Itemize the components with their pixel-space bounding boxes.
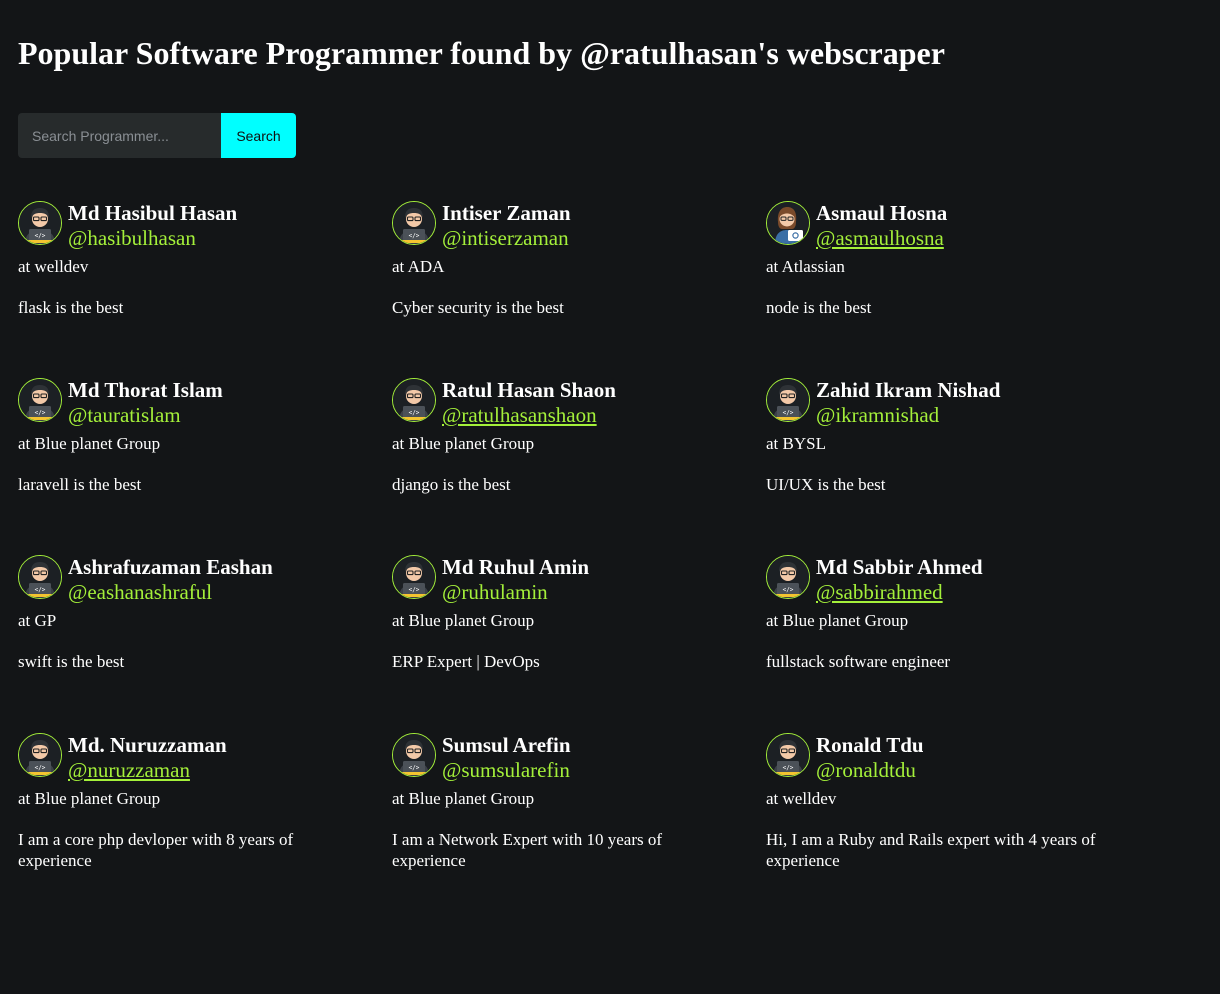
programmer-company: at Blue planet Group (18, 789, 161, 808)
programmer-card: </> Md. Nuruzzaman @nuruzzaman at Blue pla… (18, 732, 358, 892)
programmer-bio: flask is the best (18, 298, 124, 317)
programmer-handle-link[interactable]: @ronaldtdu (816, 758, 916, 782)
programmer-card: </> Md Ruhul Amin @ruhulamin at Blue plane… (392, 554, 732, 714)
svg-text:</>: </> (35, 233, 46, 240)
programmer-avatar-icon: </> (392, 201, 436, 245)
svg-text:</>: </> (783, 587, 794, 594)
programmer-bio: ERP Expert | DevOps (392, 652, 540, 671)
programmer-card: </> Intiser Zaman @intiserzaman at ADA Cybe… (392, 200, 732, 360)
programmer-avatar-icon: </> (18, 733, 62, 777)
programmer-name: Intiser Zaman (442, 201, 571, 225)
programmer-company: at GP (18, 611, 57, 630)
programmer-avatar-icon: </> (766, 555, 810, 599)
programmer-name: Ashrafuzaman Eashan (68, 555, 273, 579)
svg-text:</>: </> (35, 410, 46, 417)
female-programmer-avatar-icon (766, 201, 810, 245)
programmer-company: at Blue planet Group (392, 434, 535, 453)
programmer-name: Md Sabbir Ahmed (816, 555, 983, 579)
programmer-name: Md Thorat Islam (68, 378, 223, 402)
page: Popular Software Programmer found by @ra… (0, 0, 1220, 994)
programmer-handle-link[interactable]: @eashanashraful (68, 580, 212, 604)
programmer-bio: Cyber security is the best (392, 298, 564, 317)
programmer-handle-link[interactable]: @nuruzzaman (68, 758, 190, 782)
programmer-avatar-icon: </> (766, 733, 810, 777)
svg-text:</>: </> (409, 587, 420, 594)
programmer-bio: I am a Network Expert with 10 years of e… (392, 830, 663, 870)
programmer-handle-link[interactable]: @sabbirahmed (816, 580, 943, 604)
programmer-company: at Atlassian (766, 257, 845, 276)
programmer-card: </> Ashrafuzaman Eashan @eashanashraful at… (18, 554, 358, 714)
programmer-bio: Hi, I am a Ruby and Rails expert with 4 … (766, 830, 1096, 870)
programmer-bio: swift is the best (18, 652, 125, 671)
programmer-company: at ADA (392, 257, 445, 276)
programmer-bio: django is the best (392, 475, 511, 494)
programmer-card: </> Zahid Ikram Nishad @ikramnishad at BYS… (766, 377, 1106, 537)
programmer-bio: I am a core php devloper with 8 years of… (18, 830, 294, 870)
programmer-bio: node is the best (766, 298, 872, 317)
programmer-avatar-icon: </> (392, 555, 436, 599)
programmer-name: Ronald Tdu (816, 733, 924, 757)
programmer-card: </> Md Hasibul Hasan @hasibulhasan at well… (18, 200, 358, 360)
programmer-handle-link[interactable]: @asmaulhosna (816, 226, 944, 250)
search-bar: Search (18, 113, 296, 158)
page-title: Popular Software Programmer found by @ra… (18, 35, 945, 71)
programmer-name: Sumsul Arefin (442, 733, 571, 757)
programmer-handle-link[interactable]: @ikramnishad (816, 403, 939, 427)
programmer-bio: fullstack software engineer (766, 652, 951, 671)
programmer-avatar-icon: </> (18, 201, 62, 245)
programmer-company: at welldev (766, 789, 837, 808)
programmer-handle-link[interactable]: @tauratislam (68, 403, 181, 427)
programmer-card: </> Md Sabbir Ahmed @sabbirahmed at Blue p… (766, 554, 1106, 714)
programmer-card: </> Sumsul Arefin @sumsularefin at Blue pl… (392, 732, 732, 892)
programmer-handle-link[interactable]: @ratulhasanshaon (442, 403, 597, 427)
svg-text:</>: </> (35, 587, 46, 594)
programmer-name: Md. Nuruzzaman (68, 733, 227, 757)
programmer-avatar-icon: </> (766, 378, 810, 422)
svg-text:</>: </> (409, 410, 420, 417)
programmer-company: at Blue planet Group (766, 611, 909, 630)
programmer-name: Zahid Ikram Nishad (816, 378, 1001, 402)
svg-text:</>: </> (35, 765, 46, 772)
svg-text:</>: </> (783, 765, 794, 772)
programmer-company: at Blue planet Group (18, 434, 161, 453)
programmer-card: </> Ratul Hasan Shaon @ratulhasanshaon at … (392, 377, 732, 537)
programmer-card: Asmaul Hosna @asmaulhosna at Atlassian node… (766, 200, 1106, 360)
programmer-avatar-icon: </> (18, 555, 62, 599)
svg-text:</>: </> (409, 765, 420, 772)
search-button[interactable]: Search (221, 113, 296, 158)
programmer-avatar-icon: </> (18, 378, 62, 422)
programmer-name: Md Hasibul Hasan (68, 201, 238, 225)
programmer-company: at welldev (18, 257, 89, 276)
programmer-handle-link[interactable]: @hasibulhasan (68, 226, 196, 250)
svg-text:</>: </> (783, 410, 794, 417)
programmer-company: at Blue planet Group (392, 611, 535, 630)
programmer-company: at BYSL (766, 434, 826, 453)
programmer-handle-link[interactable]: @ruhulamin (442, 580, 548, 604)
programmer-avatar-icon: </> (392, 378, 436, 422)
programmer-avatar-icon: </> (392, 733, 436, 777)
programmer-bio: laravell is the best (18, 475, 142, 494)
programmer-handle-link[interactable]: @sumsularefin (442, 758, 570, 782)
search-input[interactable] (18, 113, 221, 158)
programmer-name: Ratul Hasan Shaon (442, 378, 616, 402)
programmer-name: Asmaul Hosna (816, 201, 948, 225)
programmer-handle-link[interactable]: @intiserzaman (442, 226, 569, 250)
programmer-name: Md Ruhul Amin (442, 555, 590, 579)
programmer-bio: UI/UX is the best (766, 475, 886, 494)
svg-text:</>: </> (409, 233, 420, 240)
programmer-company: at Blue planet Group (392, 789, 535, 808)
programmer-card: </> Ronald Tdu @ronaldtdu at welldev Hi, I … (766, 732, 1106, 892)
programmer-card: </> Md Thorat Islam @tauratislam at Blue p… (18, 377, 358, 537)
